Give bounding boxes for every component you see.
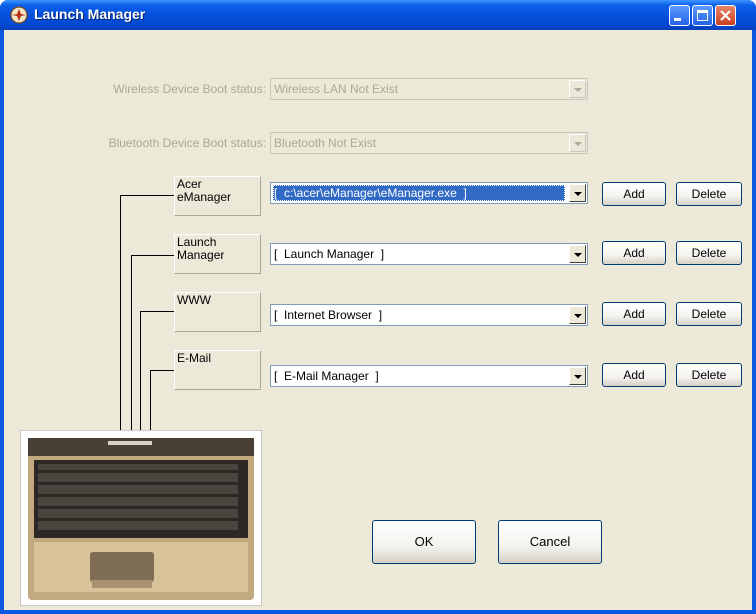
minimize-icon: [674, 18, 681, 21]
bluetooth-status-label: Bluetooth Device Boot status:: [108, 136, 266, 150]
chevron-down-icon: [569, 134, 586, 152]
wireless-status-combo: Wireless LAN Not Exist: [270, 78, 588, 100]
chevron-down-icon[interactable]: [569, 306, 586, 324]
acer-launch-icon: [10, 6, 28, 24]
key-label-line: Manager: [177, 248, 225, 262]
www-delete-button[interactable]: Delete: [676, 302, 742, 326]
connector-line: [140, 311, 174, 312]
key-label-line: eManager: [177, 190, 232, 204]
connector-line: [150, 370, 174, 371]
key-label-line: E-Mail: [177, 351, 212, 365]
key-label-line: WWW: [177, 293, 211, 307]
minimize-button[interactable]: [669, 5, 690, 26]
launch-manager-value: [ Launch Manager ]: [274, 247, 385, 261]
window-title: Launch Manager: [34, 6, 146, 22]
connector-line: [131, 255, 132, 445]
email-combo[interactable]: [ E-Mail Manager ]: [270, 365, 588, 387]
connector-line: [120, 195, 174, 196]
laptop-keyboard-image: [20, 430, 262, 606]
key-label-www: WWW: [174, 292, 261, 332]
chevron-down-icon: [569, 80, 586, 98]
cancel-button[interactable]: Cancel: [498, 520, 602, 564]
email-add-button[interactable]: Add: [602, 363, 666, 387]
connector-line: [131, 255, 174, 256]
email-delete-button[interactable]: Delete: [676, 363, 742, 387]
title-bar[interactable]: Launch Manager: [0, 0, 756, 30]
acer-emanager-value: [ c:\acer\eManager\eManager.exe ]: [273, 185, 565, 201]
close-icon: [720, 10, 731, 21]
dialog-client-area: Wireless Device Boot status: Wireless LA…: [4, 30, 752, 610]
chevron-down-icon[interactable]: [569, 184, 586, 202]
launch-manager-window: Launch Manager Wireless Device Boot stat…: [0, 0, 756, 614]
wireless-status-label: Wireless Device Boot status:: [113, 82, 266, 96]
launch-manager-combo[interactable]: [ Launch Manager ]: [270, 243, 588, 265]
acer-emanager-add-button[interactable]: Add: [602, 182, 666, 206]
www-add-button[interactable]: Add: [602, 302, 666, 326]
bluetooth-status-value: Bluetooth Not Exist: [274, 136, 377, 150]
connector-line: [120, 195, 121, 445]
connector-line: [140, 311, 141, 445]
key-label-acer-emanager: Acer eManager: [174, 176, 261, 216]
close-button[interactable]: [715, 5, 736, 26]
key-label-launch-manager: Launch Manager: [174, 234, 261, 274]
maximize-button[interactable]: [692, 5, 713, 26]
chevron-down-icon[interactable]: [569, 367, 586, 385]
key-label-email: E-Mail: [174, 350, 261, 390]
www-combo[interactable]: [ Internet Browser ]: [270, 304, 588, 326]
launch-manager-add-button[interactable]: Add: [602, 241, 666, 265]
wireless-status-value: Wireless LAN Not Exist: [274, 82, 399, 96]
acer-emanager-delete-button[interactable]: Delete: [676, 182, 742, 206]
maximize-icon: [697, 10, 708, 21]
email-value: [ E-Mail Manager ]: [274, 369, 379, 383]
chevron-down-icon[interactable]: [569, 245, 586, 263]
acer-emanager-combo[interactable]: [ c:\acer\eManager\eManager.exe ]: [270, 182, 588, 204]
ok-button[interactable]: OK: [372, 520, 476, 564]
www-value: [ Internet Browser ]: [274, 308, 383, 322]
launch-manager-delete-button[interactable]: Delete: [676, 241, 742, 265]
bluetooth-status-combo: Bluetooth Not Exist: [270, 132, 588, 154]
